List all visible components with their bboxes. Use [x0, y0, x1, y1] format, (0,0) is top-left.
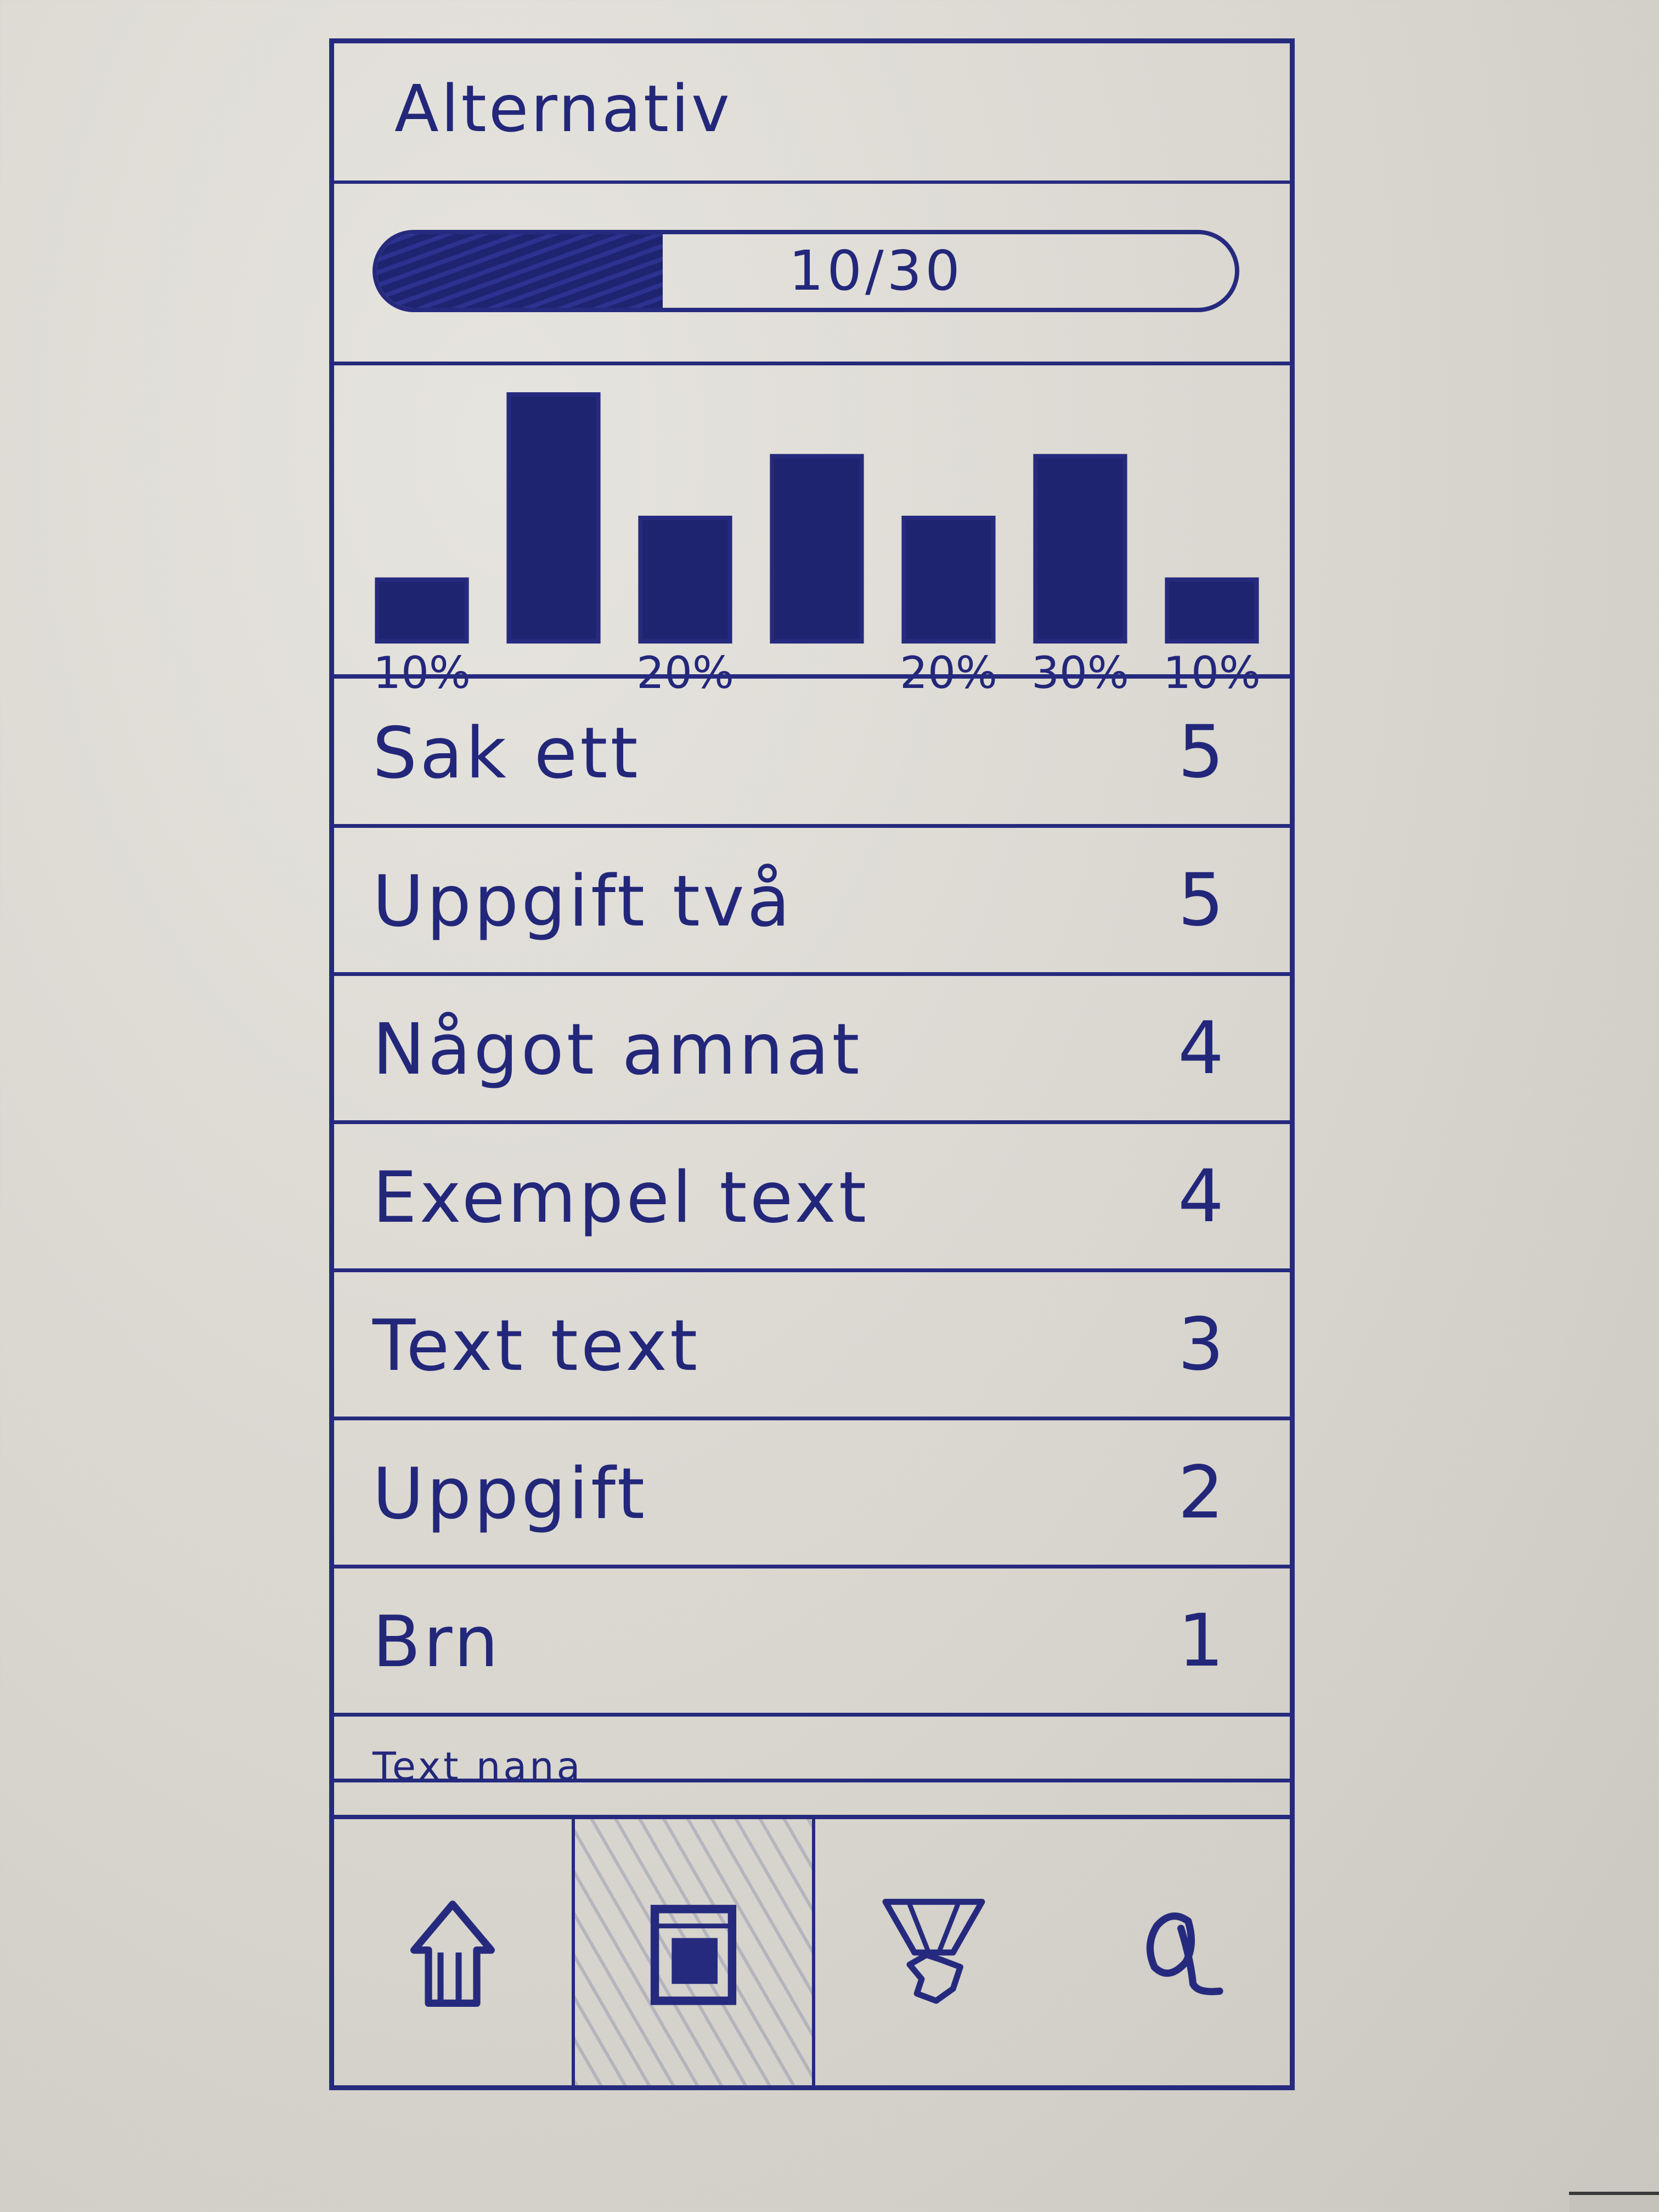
chart-bar [770, 454, 864, 644]
tab-home[interactable] [334, 1819, 572, 2085]
list-item-label: Brn [373, 1601, 501, 1683]
progress-label: 10/30 [788, 239, 963, 303]
chart-bar [901, 516, 996, 644]
list-item-count: 3 [1178, 1302, 1224, 1387]
divider [334, 674, 1290, 679]
list-item-label: Sak ett [373, 713, 641, 794]
list-item[interactable]: Text nana [334, 1717, 1290, 1789]
chart-bar [638, 516, 732, 644]
list-item[interactable]: Exempel text 4 [334, 1124, 1290, 1272]
list-item[interactable]: Uppgift 2 [334, 1420, 1290, 1568]
paper-edge [1569, 2192, 1659, 2212]
profile-icon [1146, 1912, 1223, 1995]
box-icon [650, 1904, 736, 2005]
list-item-label: Uppgift [373, 1453, 647, 1535]
phone-frame: Alternativ 10/30 10% 20% 20% 30% 10% Sak ett… [329, 38, 1295, 2090]
list-item-label: Text nana [373, 1744, 583, 1789]
list-item-count: 5 [1178, 710, 1224, 794]
list-item-label: Uppgift två [373, 861, 793, 943]
chart-bar [375, 577, 469, 644]
list-item[interactable]: Något amnat 4 [334, 976, 1290, 1124]
list-item-count: 4 [1178, 1006, 1224, 1091]
chart-bar [1165, 577, 1259, 644]
home-icon [410, 1900, 495, 2007]
bar-chart: 10% 20% 20% 30% 10% [373, 392, 1261, 698]
list-item-count: 1 [1178, 1599, 1224, 1683]
list-item-label: Text text [373, 1305, 701, 1387]
tab-profile[interactable] [1053, 1819, 1290, 2085]
medal-icon [882, 1898, 985, 2004]
list-item-count: 4 [1178, 1154, 1224, 1239]
progress-fill [377, 234, 663, 308]
app-title: Alternativ [394, 71, 732, 146]
tab-stats[interactable] [571, 1819, 815, 2085]
list-item-count: 5 [1178, 858, 1224, 943]
list-item-label: Exempel text [373, 1157, 869, 1239]
item-list: Sak ett 5 Uppgift två 5 Något amnat 4 Ex… [334, 680, 1290, 1829]
divider [334, 180, 1290, 184]
list-item-count: 2 [1178, 1451, 1224, 1535]
list-item-label: Något amnat [373, 1009, 862, 1091]
tab-bar [334, 1815, 1290, 2085]
list-item[interactable]: Uppgift två 5 [334, 828, 1290, 976]
divider [334, 362, 1290, 365]
list-item[interactable]: Brn 1 [334, 1568, 1290, 1717]
chart-bar [506, 392, 601, 644]
list-item[interactable]: Sak ett 5 [334, 680, 1290, 828]
progress-bar: 10/30 [373, 230, 1239, 312]
list-item[interactable]: Text text 3 [334, 1272, 1290, 1420]
chart-bar [1033, 454, 1127, 644]
tab-awards[interactable] [815, 1819, 1053, 2085]
